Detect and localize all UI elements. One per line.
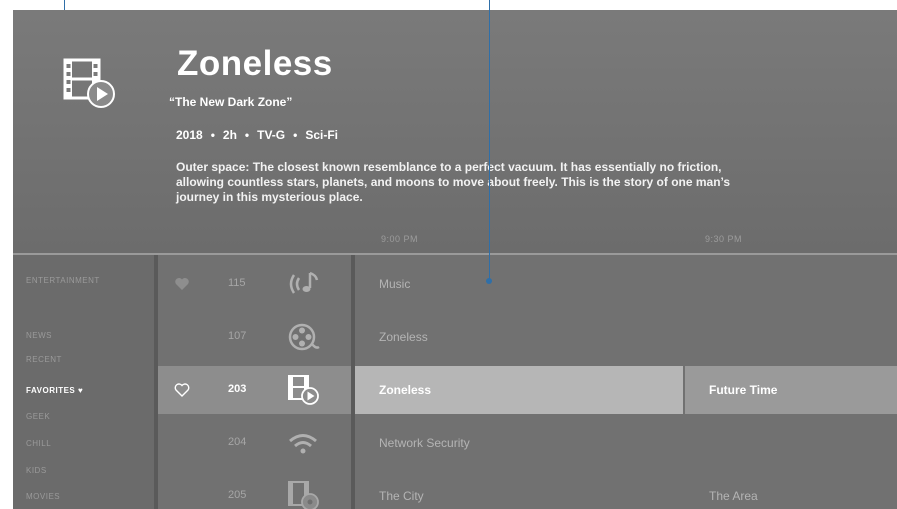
program-name: Future Time xyxy=(709,383,778,397)
program-name: Zoneless xyxy=(379,330,428,344)
heart-filled-icon[interactable] xyxy=(174,276,190,292)
meta-separator: • xyxy=(244,128,250,142)
channel-row[interactable]: 107 xyxy=(158,313,351,361)
program-meta: 2018 • 2h • TV-G • Sci-Fi xyxy=(176,128,338,142)
channel-column: 115 107 203 204 205 xyxy=(158,255,351,509)
program-name: The Area xyxy=(709,489,758,503)
program-cell[interactable]: Network Security xyxy=(355,419,897,467)
program-description: Outer space: The closest known resemblan… xyxy=(176,160,731,204)
program-cell[interactable]: Zoneless xyxy=(355,313,897,361)
channel-number: 204 xyxy=(228,436,247,448)
category-item-geek[interactable]: GEEK xyxy=(26,412,50,421)
channel-number: 115 xyxy=(228,277,246,289)
channel-number: 205 xyxy=(228,489,247,501)
channel-number: 203 xyxy=(228,383,247,395)
timeline-bar: 9:00 PM 9:30 PM xyxy=(13,230,897,252)
program-name: Music xyxy=(379,277,411,291)
callout-line-right xyxy=(489,0,490,281)
film-reel-icon xyxy=(288,323,320,351)
tv-guide-screen: Zoneless “The New Dark Zone” 2018 • 2h • TV-… xyxy=(13,10,897,509)
program-year: 2018 xyxy=(176,128,203,142)
film-play-icon xyxy=(288,375,319,405)
category-item-favorites[interactable]: FAVORITES ♥ xyxy=(26,386,83,395)
category-item-kids[interactable]: KIDS xyxy=(26,466,47,475)
episode-title: “The New Dark Zone” xyxy=(169,95,293,109)
category-sidebar: ENTERTAINMENT NEWS RECENT FAVORITES ♥ GE… xyxy=(13,255,154,509)
meta-separator: • xyxy=(293,128,298,142)
program-grid: Music Zoneless Zoneless Future Time Netw… xyxy=(355,255,897,509)
program-cell[interactable]: The City xyxy=(355,472,685,509)
channel-row-selected[interactable]: 203 xyxy=(158,366,351,414)
program-name: Zoneless xyxy=(379,383,432,397)
wifi-icon xyxy=(289,434,317,454)
program-name: Network Security xyxy=(379,436,470,450)
meta-separator: • xyxy=(210,128,215,142)
time-slot-label: 9:30 PM xyxy=(705,234,743,244)
program-name: The City xyxy=(379,489,424,503)
callout-dot-right xyxy=(486,278,492,284)
program-info-panel: Zoneless “The New Dark Zone” 2018 • 2h • TV-… xyxy=(13,10,897,253)
program-duration: 2h xyxy=(222,128,237,142)
heart-outline-icon[interactable] xyxy=(174,382,190,398)
music-radio-icon xyxy=(289,271,319,294)
category-item-recent[interactable]: RECENT xyxy=(26,355,62,364)
channel-row[interactable]: 205 xyxy=(158,472,351,509)
film-play-icon xyxy=(63,58,115,108)
program-title: Zoneless xyxy=(177,44,333,83)
program-cell-next[interactable]: The Area xyxy=(685,472,897,509)
time-slot-label: 9:00 PM xyxy=(381,234,419,244)
channel-row[interactable]: 204 xyxy=(158,419,351,467)
category-item-entertainment[interactable]: ENTERTAINMENT xyxy=(26,276,100,285)
program-cell[interactable]: Music xyxy=(355,260,897,308)
program-cell-selected[interactable]: Zoneless xyxy=(355,366,683,414)
channel-number: 107 xyxy=(228,330,247,342)
category-item-movies[interactable]: MOVIES xyxy=(26,492,60,501)
category-item-chill[interactable]: CHILL xyxy=(26,439,51,448)
program-rating: TV-G xyxy=(257,128,286,142)
category-item-news[interactable]: NEWS xyxy=(26,331,52,340)
program-genre: Sci-Fi xyxy=(305,128,339,142)
film-disc-icon xyxy=(288,481,319,509)
channel-row[interactable]: 115 xyxy=(158,260,351,308)
program-cell-next[interactable]: Future Time xyxy=(685,366,897,414)
